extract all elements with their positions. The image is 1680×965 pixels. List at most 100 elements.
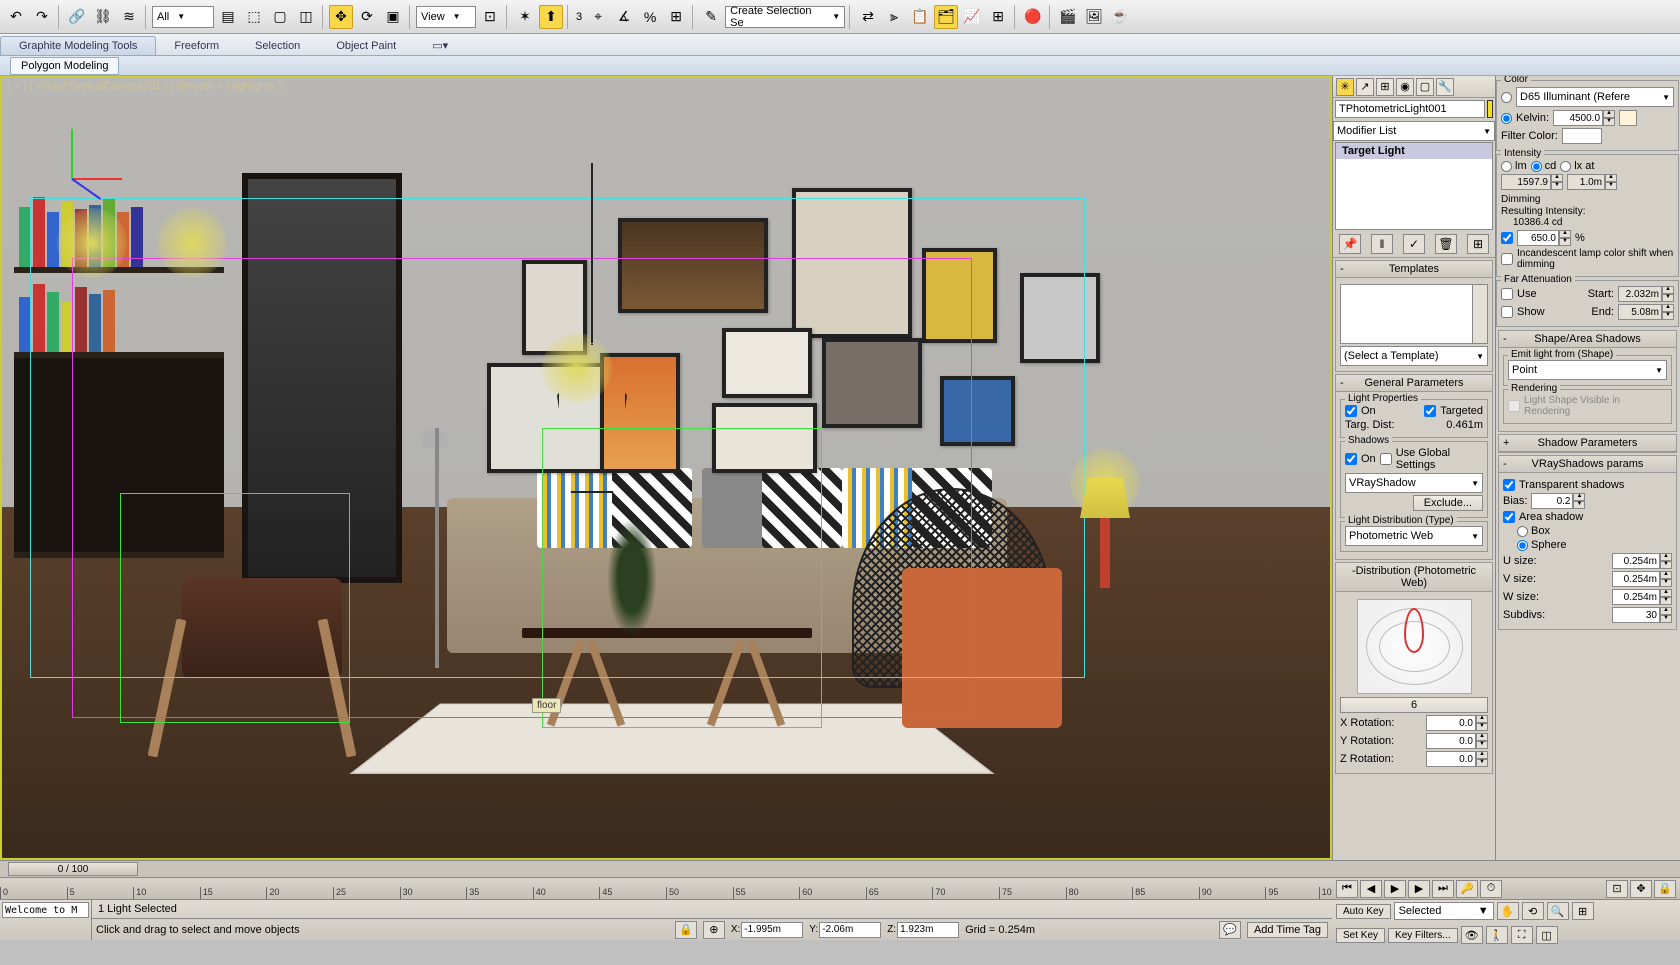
subdivs-spinner[interactable] bbox=[1612, 607, 1660, 623]
illuminant-dropdown[interactable]: D65 Illuminant (Refere▼ bbox=[1516, 87, 1674, 107]
transparent-shadows-checkbox[interactable] bbox=[1503, 479, 1515, 491]
shape-type-dropdown[interactable]: Point▼ bbox=[1508, 360, 1667, 380]
move-icon[interactable]: ✥ bbox=[329, 5, 353, 29]
bias-spinner[interactable] bbox=[1531, 493, 1573, 509]
abs-rel-icon[interactable]: ⊕ bbox=[703, 921, 725, 939]
gizmo-x-axis[interactable] bbox=[72, 178, 122, 180]
nav-zoom-icon[interactable]: 🔍 bbox=[1547, 902, 1569, 920]
modifier-stack[interactable]: Target Light bbox=[1335, 142, 1493, 230]
keymode-dropdown[interactable]: Selected▼ bbox=[1394, 902, 1494, 920]
templates-list[interactable] bbox=[1340, 284, 1488, 344]
stack-item-target-light[interactable]: Target Light bbox=[1336, 143, 1492, 159]
nav-pan-icon[interactable]: ✋ bbox=[1497, 902, 1519, 920]
filter-color-swatch[interactable] bbox=[1562, 128, 1602, 144]
use-global-checkbox[interactable] bbox=[1380, 453, 1392, 465]
cd-radio[interactable] bbox=[1531, 161, 1542, 172]
render-icon[interactable]: ☕ bbox=[1108, 5, 1132, 29]
sphere-radio[interactable] bbox=[1517, 540, 1528, 551]
wsize-spinner[interactable] bbox=[1612, 589, 1660, 605]
remove-modifier-icon[interactable]: 🗑 bbox=[1435, 234, 1457, 254]
general-header[interactable]: -General Parameters bbox=[1336, 375, 1492, 392]
photometric-web-preview[interactable] bbox=[1357, 599, 1472, 694]
scale-icon[interactable]: ▣ bbox=[381, 5, 405, 29]
tab-graphite[interactable]: Graphite Modeling Tools bbox=[0, 36, 156, 55]
tab-objectpaint[interactable]: Object Paint bbox=[318, 37, 414, 55]
make-unique-icon[interactable]: ✓ bbox=[1403, 234, 1425, 254]
utilities-tab-icon[interactable]: 🔧 bbox=[1436, 78, 1454, 96]
goto-end-icon[interactable]: ⏭ bbox=[1432, 880, 1454, 898]
x-coord-input[interactable] bbox=[741, 922, 803, 938]
mirror-icon[interactable]: ⇄ bbox=[856, 5, 880, 29]
pivot-center-icon[interactable]: ⊡ bbox=[478, 5, 502, 29]
keyboard-shortcut-icon[interactable]: ⬆ bbox=[539, 5, 563, 29]
create-tab-icon[interactable]: ✳ bbox=[1336, 78, 1354, 96]
maxscript-listener[interactable] bbox=[2, 902, 89, 918]
kelvin-swatch[interactable] bbox=[1619, 110, 1637, 126]
yrot-spinner[interactable] bbox=[1426, 733, 1476, 749]
render-setup-icon[interactable]: 🎬 bbox=[1056, 5, 1080, 29]
object-color-swatch[interactable] bbox=[1487, 100, 1493, 118]
selection-filter-dropdown[interactable]: All▼ bbox=[152, 6, 214, 28]
angle-snap-icon[interactable]: ∡ bbox=[612, 5, 636, 29]
named-selection-dropdown[interactable]: Create Selection Se▼ bbox=[725, 6, 845, 28]
rotate-icon[interactable]: ⟳ bbox=[355, 5, 379, 29]
add-time-tag[interactable]: Add Time Tag bbox=[1247, 922, 1328, 938]
material-editor-icon[interactable]: 🔴 bbox=[1021, 5, 1045, 29]
lock-selection-icon[interactable]: 🔒 bbox=[675, 921, 697, 939]
autokey-button[interactable]: Auto Key bbox=[1336, 904, 1391, 919]
lm-radio[interactable] bbox=[1501, 161, 1512, 172]
vsize-spinner[interactable] bbox=[1612, 571, 1660, 587]
xrot-spinner[interactable] bbox=[1426, 715, 1476, 731]
time-slider-thumb[interactable]: 0 / 100 bbox=[8, 862, 138, 876]
prev-frame-icon[interactable]: ◀ bbox=[1360, 880, 1382, 898]
undo-icon[interactable]: ↶ bbox=[4, 5, 28, 29]
pin-stack-icon[interactable]: 📌 bbox=[1339, 234, 1361, 254]
viewport[interactable]: [ + ] [ VRayPhysicalCamera001 ] [ Smooth… bbox=[0, 76, 1332, 860]
templates-header[interactable]: -Templates bbox=[1336, 261, 1492, 278]
time-ruler[interactable]: 0 5 10 15 20 25 30 35 40 45 50 55 60 65 … bbox=[0, 878, 1332, 899]
usize-spinner[interactable] bbox=[1612, 553, 1660, 569]
spinner-snap-icon[interactable]: ⊞ bbox=[664, 5, 688, 29]
time-slider[interactable]: 0 / 100 bbox=[0, 860, 1680, 878]
select-icon[interactable]: ⬚ bbox=[242, 5, 266, 29]
curve-editor-icon[interactable]: 📈 bbox=[960, 5, 984, 29]
zrot-spinner[interactable] bbox=[1426, 751, 1476, 767]
nav-fov-icon[interactable]: 👁 bbox=[1461, 926, 1483, 944]
nav-minmax-icon[interactable]: ◫ bbox=[1536, 926, 1558, 944]
distribution-header[interactable]: -Distribution (Photometric Web) bbox=[1336, 563, 1492, 592]
edit-named-sel-icon[interactable]: ✎ bbox=[699, 5, 723, 29]
bind-icon[interactable]: ≋ bbox=[117, 5, 141, 29]
time-config-icon[interactable]: ⏱ bbox=[1480, 880, 1502, 898]
isolate-icon[interactable]: ⊡ bbox=[1606, 880, 1628, 898]
schematic-view-icon[interactable]: ⊞ bbox=[986, 5, 1010, 29]
template-select-dropdown[interactable]: (Select a Template)▼ bbox=[1340, 346, 1488, 366]
comm-center-icon[interactable]: 💬 bbox=[1219, 921, 1241, 939]
goto-start-icon[interactable]: ⏮ bbox=[1336, 880, 1358, 898]
modify-tab-icon[interactable]: ↗ bbox=[1356, 78, 1374, 96]
atten-start-spinner[interactable] bbox=[1618, 286, 1662, 302]
light-on-checkbox[interactable] bbox=[1345, 405, 1357, 417]
modifier-list-dropdown[interactable]: Modifier List▼ bbox=[1333, 121, 1495, 141]
select-by-name-icon[interactable]: ▤ bbox=[216, 5, 240, 29]
lock-icon[interactable]: 🔒 bbox=[1654, 880, 1676, 898]
configure-sets-icon[interactable]: ⊞ bbox=[1467, 234, 1489, 254]
nav-orbit-icon[interactable]: ⟲ bbox=[1522, 902, 1544, 920]
kelvin-spinner[interactable] bbox=[1553, 110, 1603, 126]
lxat-radio[interactable] bbox=[1560, 161, 1571, 172]
atten-show-checkbox[interactable] bbox=[1501, 306, 1513, 318]
shadow-type-dropdown[interactable]: VRayShadow▼ bbox=[1345, 473, 1483, 493]
z-coord-input[interactable] bbox=[897, 922, 959, 938]
layer-manager-icon[interactable]: 📋 bbox=[908, 5, 932, 29]
window-crossing-icon[interactable]: ◫ bbox=[294, 5, 318, 29]
exclude-button[interactable]: Exclude... bbox=[1413, 495, 1483, 511]
motion-tab-icon[interactable]: ◉ bbox=[1396, 78, 1414, 96]
box-radio[interactable] bbox=[1517, 526, 1528, 537]
manipulate-icon[interactable]: ✶ bbox=[513, 5, 537, 29]
next-frame-icon[interactable]: ▶ bbox=[1408, 880, 1430, 898]
snap-icon[interactable]: ⌖ bbox=[586, 5, 610, 29]
targeted-checkbox[interactable] bbox=[1424, 405, 1436, 417]
shadowparams-header[interactable]: +Shadow Parameters bbox=[1499, 435, 1676, 452]
object-name-input[interactable] bbox=[1335, 100, 1485, 118]
percent-snap-icon[interactable]: % bbox=[638, 5, 662, 29]
web-file-button[interactable]: 6 bbox=[1340, 697, 1488, 713]
